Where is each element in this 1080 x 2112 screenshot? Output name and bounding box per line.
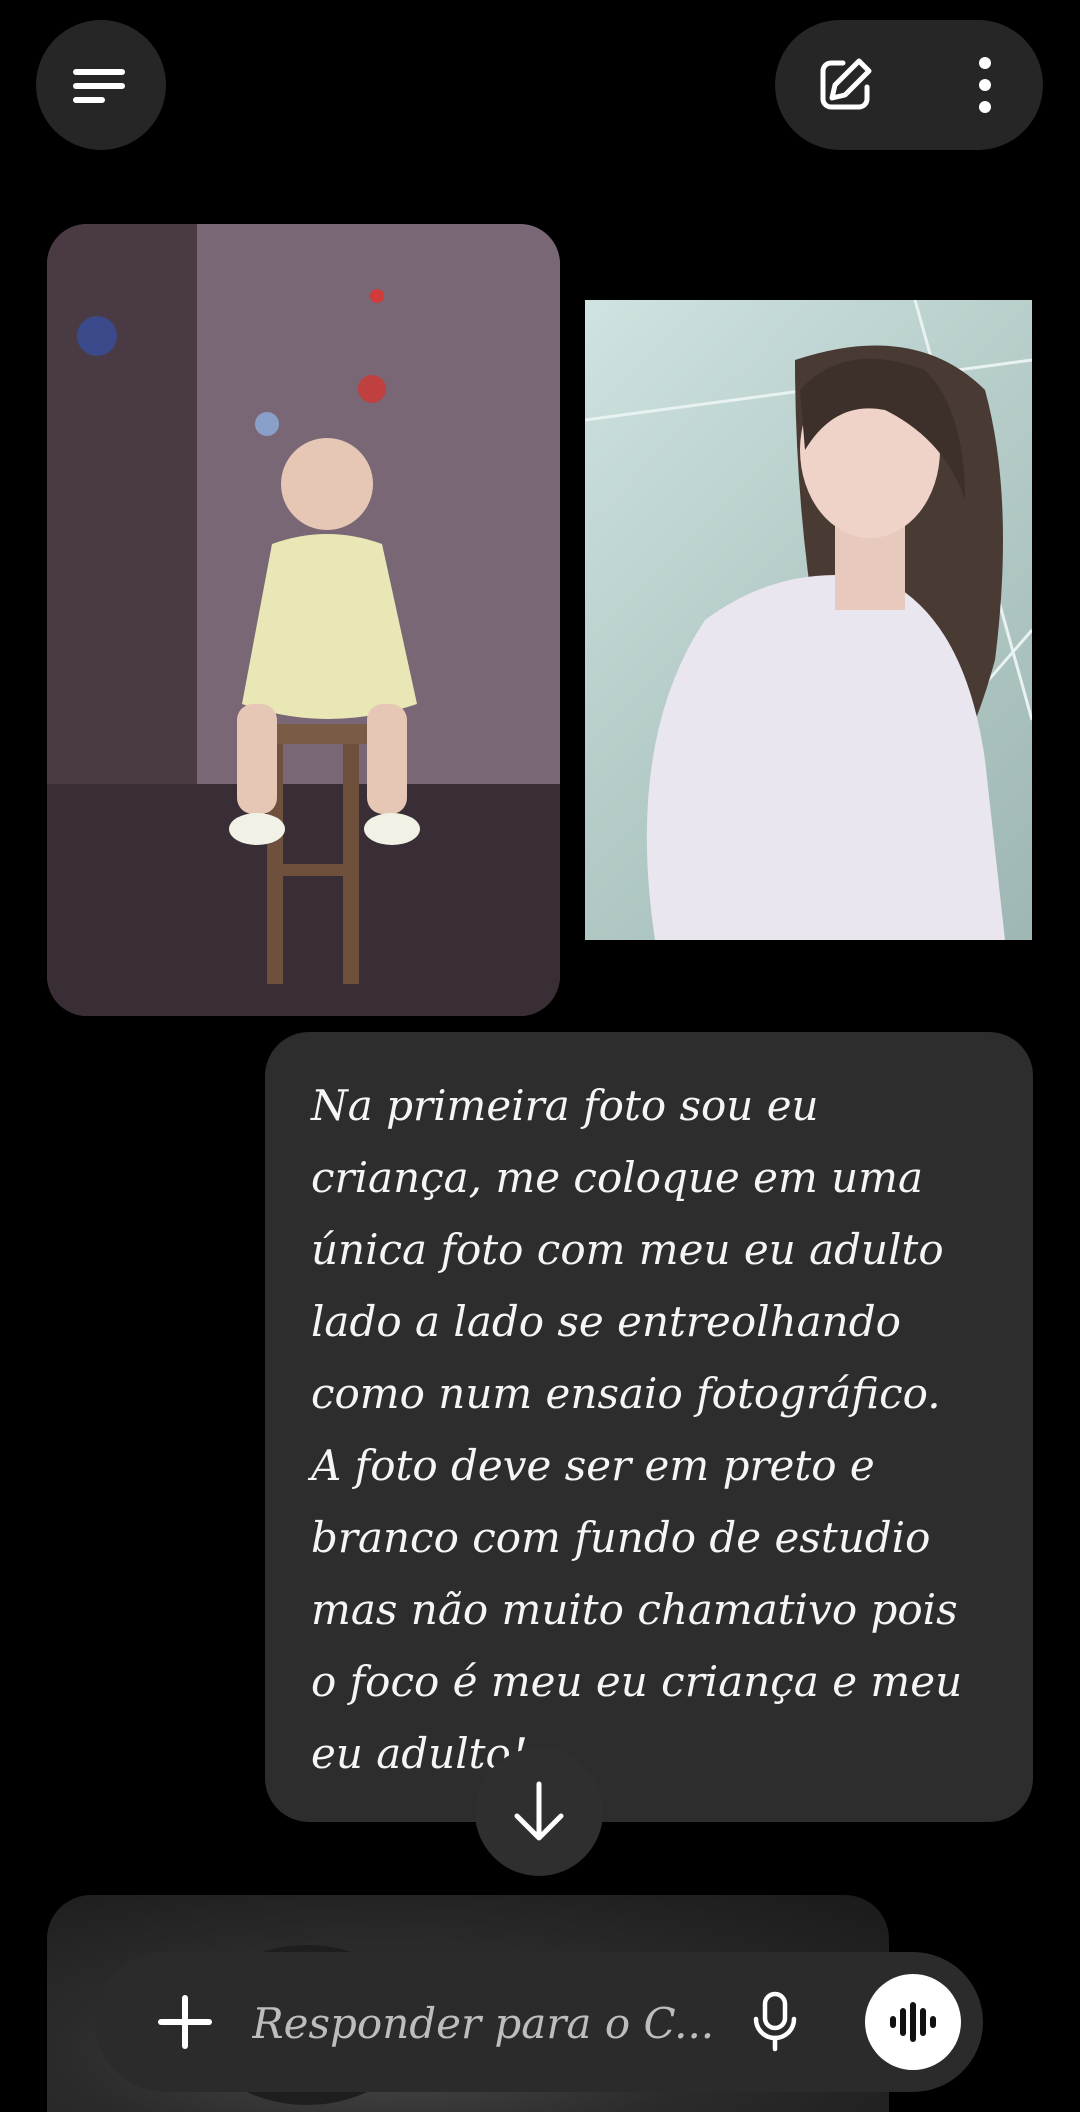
microphone-button[interactable] bbox=[735, 1982, 815, 2062]
microphone-icon bbox=[753, 1991, 797, 2052]
scroll-to-bottom-button[interactable] bbox=[475, 1748, 603, 1876]
message-composer bbox=[95, 1952, 983, 2092]
plus-icon bbox=[158, 1995, 212, 2049]
reply-input[interactable] bbox=[250, 1982, 814, 2064]
chat-screen: Na primeira foto sou eu criança, me colo… bbox=[0, 0, 1080, 2112]
edit-icon bbox=[820, 58, 872, 110]
voice-mode-button[interactable] bbox=[865, 1974, 961, 2070]
message-text: Na primeira foto sou eu criança, me colo… bbox=[311, 1081, 963, 1778]
menu-button[interactable] bbox=[36, 20, 166, 150]
more-vertical-icon bbox=[979, 57, 991, 113]
arrow-down-icon bbox=[514, 1781, 564, 1841]
child-photo[interactable] bbox=[47, 224, 560, 1016]
more-options-button[interactable] bbox=[945, 45, 1025, 125]
menu-icon bbox=[73, 69, 125, 103]
add-attachment-button[interactable] bbox=[145, 1982, 225, 2062]
adult-photo[interactable] bbox=[585, 300, 1032, 940]
user-message-bubble: Na primeira foto sou eu criança, me colo… bbox=[265, 1032, 1033, 1822]
voice-waveform-icon bbox=[890, 2002, 936, 2042]
header-actions bbox=[775, 20, 1043, 150]
new-chat-button[interactable] bbox=[805, 45, 885, 125]
